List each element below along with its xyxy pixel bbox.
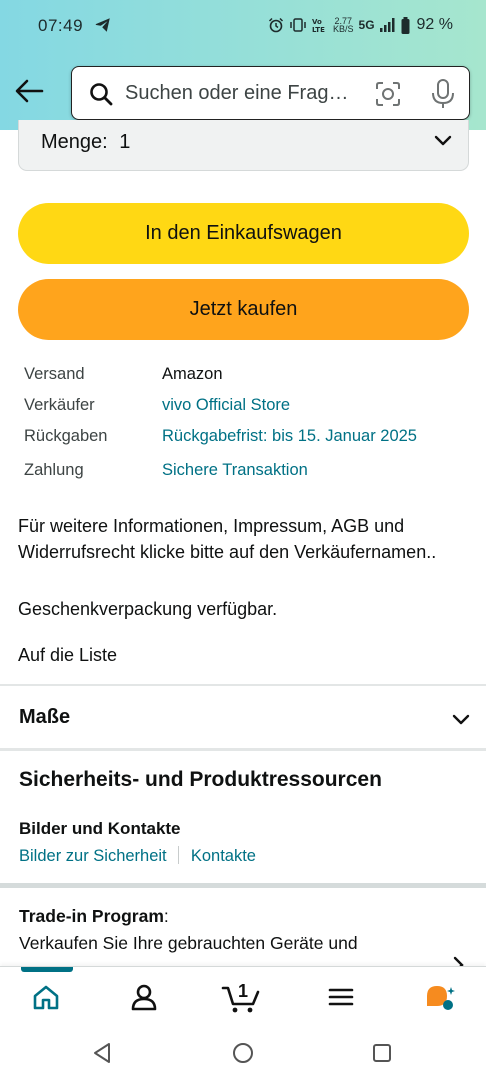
detail-label: Zahlung	[24, 461, 84, 479]
chevron-down-icon	[452, 714, 470, 725]
cart-icon: 1	[221, 981, 260, 1013]
search-input[interactable]: Suchen oder eine Frag…	[71, 66, 470, 120]
safety-links: Bilder zur Sicherheit Kontakte	[19, 846, 256, 866]
dimensions-accordion[interactable]: Maße	[0, 686, 486, 748]
system-recents-icon[interactable]	[372, 1043, 392, 1063]
buy-now-button[interactable]: Jetzt kaufen	[18, 279, 469, 340]
nav-menu[interactable]	[306, 967, 376, 1027]
trade-in-title: Trade-in Program	[19, 906, 164, 926]
gift-wrap-text: Geschenkverpackung verfügbar.	[18, 599, 278, 619]
camera-scan-icon[interactable]	[374, 80, 402, 108]
signal-icon	[379, 18, 395, 32]
quantity-label: Menge: 1	[41, 131, 130, 154]
seller-info-text: Für weitere Informationen, Impressum, AG…	[18, 516, 437, 562]
seller-link[interactable]: vivo Official Store	[162, 396, 290, 415]
nav-cart[interactable]: 1	[206, 967, 276, 1027]
home-icon	[33, 985, 59, 1010]
back-arrow-icon[interactable]	[14, 78, 44, 104]
battery-level: 92 %	[416, 16, 453, 33]
speed-unit: KB/S	[333, 24, 354, 34]
add-to-list-link[interactable]: Auf die Liste	[18, 642, 117, 668]
microphone-icon[interactable]	[430, 78, 456, 110]
rufus-assistant-icon	[427, 986, 455, 1010]
system-home-icon[interactable]	[232, 1042, 254, 1064]
system-navigation-bar	[0, 1028, 486, 1080]
trade-in-text: Verkaufen Sie Ihre gebrauchten Geräte un…	[19, 933, 358, 953]
menu-icon	[328, 988, 354, 1006]
payment-link[interactable]: Sichere Transaktion	[162, 461, 308, 480]
network-type: 5G	[358, 18, 375, 32]
search-icon	[90, 83, 113, 106]
network-speed: 2.77 KB/S	[333, 17, 354, 34]
dimensions-title: Maße	[19, 706, 71, 728]
telegram-icon	[95, 18, 110, 32]
alarm-icon	[268, 17, 284, 33]
add-to-cart-button[interactable]: In den Einkaufswagen	[18, 203, 469, 264]
search-placeholder: Suchen oder eine Frag…	[125, 82, 349, 104]
divider	[0, 883, 486, 888]
svg-text:Vo: Vo	[312, 18, 322, 26]
detail-value: Amazon	[162, 365, 223, 383]
status-icons: Vo LTE 2.77 KB/S 5G 92 %	[268, 14, 453, 36]
safety-subtitle: Bilder und Kontakte	[19, 819, 181, 838]
quantity-value: 1	[119, 131, 131, 153]
trade-in-colon: :	[163, 906, 169, 926]
vibrate-icon	[290, 18, 306, 32]
detail-label: Rückgaben	[24, 427, 108, 445]
safety-images-link[interactable]: Bilder zur Sicherheit	[19, 847, 167, 865]
nav-home[interactable]	[11, 967, 81, 1027]
user-icon	[131, 984, 157, 1011]
chevron-down-icon	[434, 135, 452, 146]
detail-label: Versand	[24, 365, 85, 383]
svg-text:LTE: LTE	[312, 26, 325, 33]
quantity-dropdown[interactable]: Menge: 1	[18, 120, 469, 171]
volte-icon: Vo LTE	[312, 18, 325, 33]
safety-section-title: Sicherheits- und Produktressourcen	[19, 768, 382, 791]
divider	[0, 748, 486, 751]
battery-icon	[401, 16, 410, 34]
trade-in-heading: Trade-in Program:	[19, 906, 169, 927]
bottom-navigation: 1	[0, 966, 486, 1028]
cart-count: 1	[238, 981, 248, 1001]
status-time: 07:49	[38, 16, 84, 35]
nav-account[interactable]	[109, 967, 179, 1027]
quantity-label-text: Menge:	[41, 131, 108, 153]
app-header: 07:49 Vo LTE 2.77 KB/S 5G 92 % Suchen od…	[0, 0, 486, 130]
status-bar: 07:49 Vo LTE 2.77 KB/S 5G 92 %	[0, 0, 486, 52]
detail-label: Verkäufer	[24, 396, 95, 414]
link-separator	[178, 846, 180, 864]
contacts-link[interactable]: Kontakte	[191, 847, 256, 865]
returns-link[interactable]: Rückgabefrist: bis 15. Januar 2025	[162, 427, 417, 446]
nav-rufus[interactable]	[405, 967, 475, 1027]
system-back-icon[interactable]	[92, 1042, 112, 1064]
